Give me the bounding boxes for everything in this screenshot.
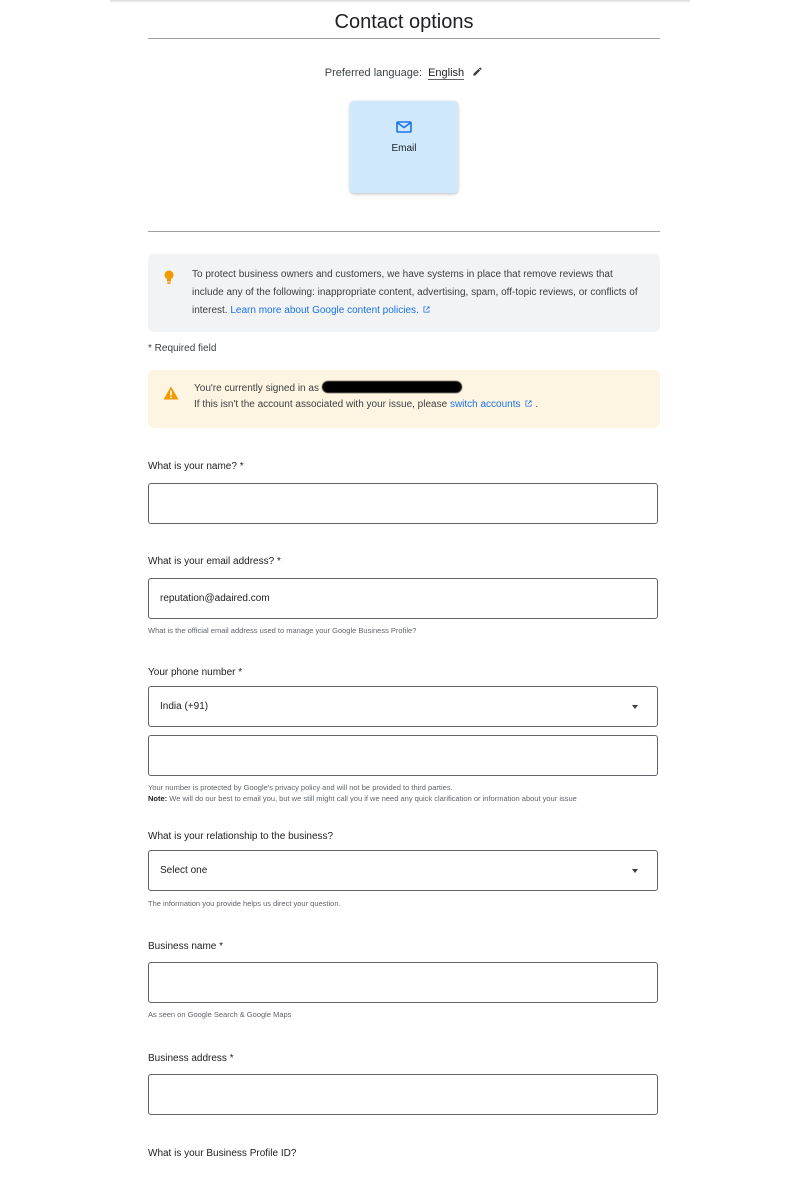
name-label: What is your name? * bbox=[148, 461, 244, 472]
external-link-icon[interactable] bbox=[422, 303, 431, 313]
divider bbox=[148, 231, 660, 232]
relationship-value: Select one bbox=[160, 865, 208, 876]
relationship-label: What is your relationship to the busines… bbox=[148, 831, 334, 842]
phone-label: Your phone number * bbox=[148, 667, 243, 678]
switch-account-prefix: If this isn't the account associated wit… bbox=[194, 399, 448, 410]
phone-input[interactable] bbox=[148, 735, 658, 776]
chevron-down-icon bbox=[632, 868, 638, 873]
email-helper: What is the official email address used … bbox=[148, 626, 417, 635]
redacted-account bbox=[321, 381, 462, 393]
phone-note-label: Note: bbox=[148, 794, 168, 803]
phone-privacy-text: Your number is protected by Google's pri… bbox=[148, 783, 453, 792]
phone-note: Note: We will do our best to email you, … bbox=[148, 793, 660, 804]
language-row: Preferred language: English bbox=[148, 65, 660, 81]
content-policy-notice: To protect business owners and customers… bbox=[148, 254, 660, 332]
signed-in-prefix: You're currently signed in as bbox=[194, 383, 319, 394]
business-name-helper: As seen on Google Search & Google Maps bbox=[148, 1010, 292, 1019]
signed-in-notice: You're currently signed in as If this is… bbox=[148, 370, 660, 428]
profile-id-label: What is your Business Profile ID? bbox=[148, 1148, 297, 1159]
pencil-icon[interactable] bbox=[472, 66, 483, 77]
name-input[interactable] bbox=[148, 483, 658, 524]
switch-accounts-link[interactable]: switch accounts bbox=[450, 399, 521, 410]
email-input[interactable] bbox=[148, 578, 658, 619]
email-option-label: Email bbox=[391, 143, 417, 154]
switch-account-suffix: . bbox=[535, 399, 539, 410]
content-policy-link[interactable]: Learn more about Google content policies… bbox=[230, 305, 418, 316]
business-address-label: Business address * bbox=[148, 1053, 234, 1064]
email-label: What is your email address? * bbox=[148, 556, 281, 567]
business-name-input[interactable] bbox=[148, 962, 658, 1003]
chevron-down-icon bbox=[632, 704, 638, 709]
signed-in-line-2: If this isn't the account associated wit… bbox=[194, 397, 642, 413]
divider bbox=[148, 38, 660, 39]
email-option-card[interactable]: Email bbox=[350, 101, 458, 193]
business-address-input[interactable] bbox=[148, 1074, 658, 1115]
language-value[interactable]: English bbox=[428, 67, 465, 80]
page: Contact options Preferred language: Engl… bbox=[0, 0, 800, 1200]
phone-helper: Your number is protected by Google's pri… bbox=[148, 782, 660, 804]
phone-country-select[interactable]: India (+91) bbox=[148, 686, 658, 727]
warning-icon bbox=[163, 386, 179, 406]
contact-form-container: Contact options Preferred language: Engl… bbox=[148, 0, 660, 1161]
signed-in-line-1: You're currently signed in as bbox=[194, 381, 642, 397]
external-link-icon[interactable] bbox=[524, 398, 533, 407]
page-title: Contact options bbox=[334, 11, 474, 33]
lightbulb-icon bbox=[164, 270, 174, 292]
relationship-helper: The information you provide helps us dir… bbox=[148, 899, 341, 908]
required-field-note: * Required field bbox=[148, 343, 217, 354]
phone-country-value: India (+91) bbox=[160, 701, 209, 712]
phone-note-text: We will do our best to email you, but we… bbox=[169, 794, 577, 803]
email-icon bbox=[350, 121, 458, 133]
relationship-select[interactable]: Select one bbox=[148, 850, 658, 891]
language-label: Preferred language: bbox=[324, 67, 423, 79]
business-name-label: Business name * bbox=[148, 941, 224, 952]
